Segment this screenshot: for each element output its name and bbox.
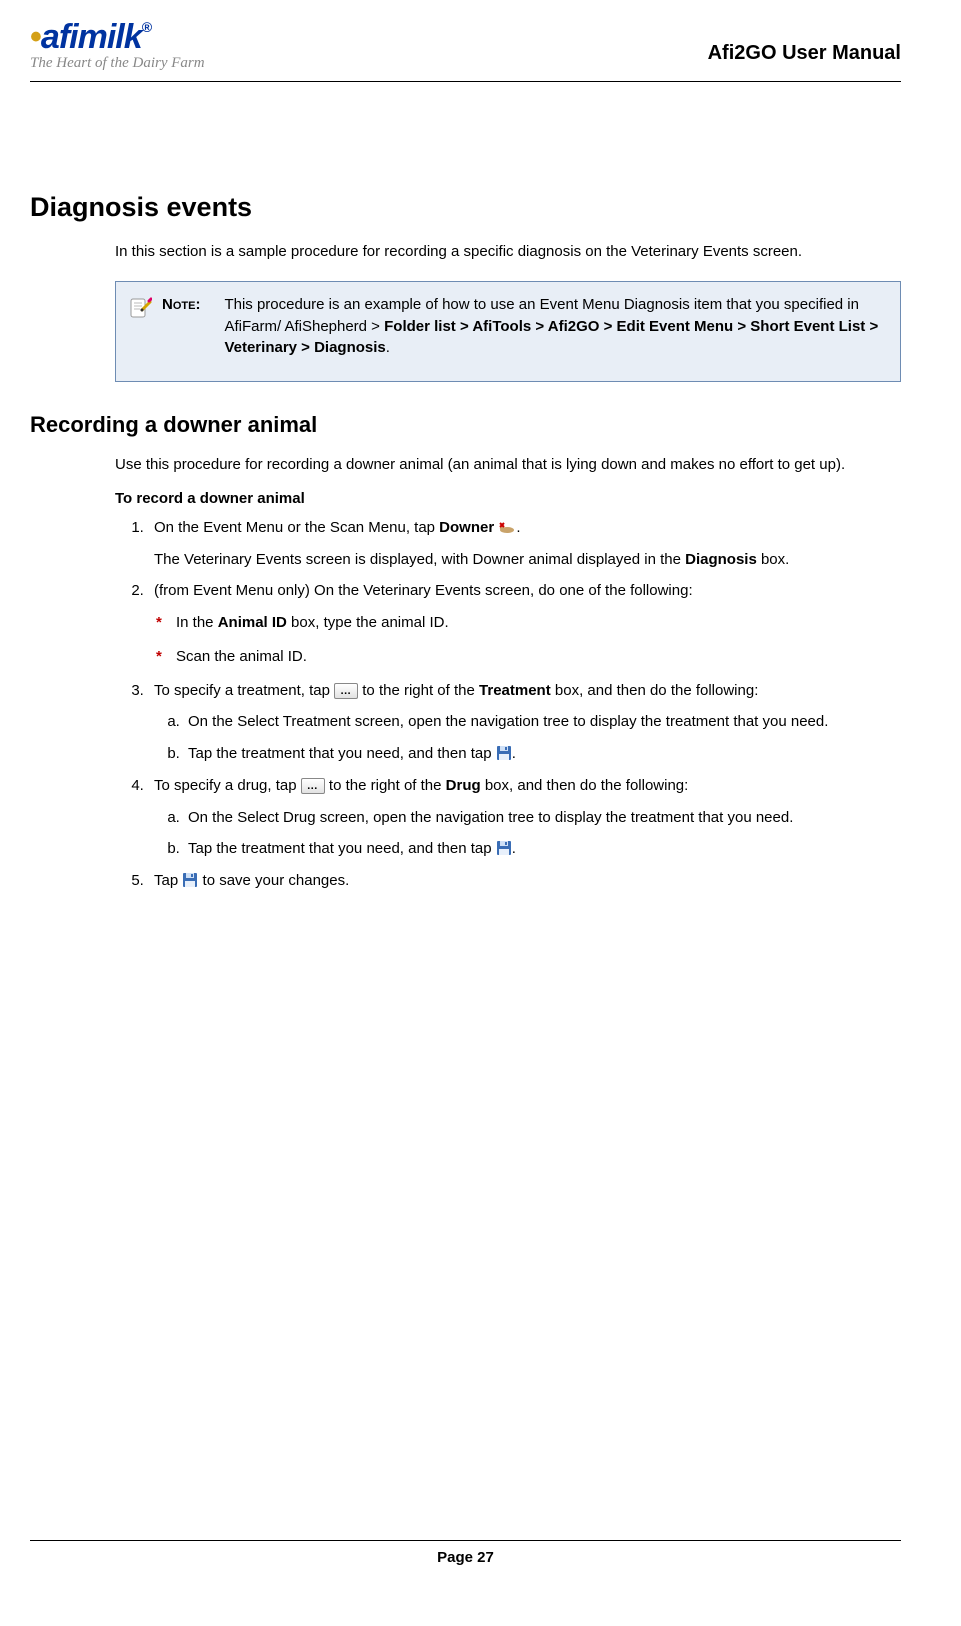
step-4b: Tap the treatment that you need, and the… — [184, 838, 901, 860]
step-2-options: In the Animal ID box, type the animal ID… — [154, 612, 901, 668]
save-icon — [496, 745, 512, 761]
step-2: (from Event Menu only) On the Veterinary… — [148, 580, 901, 667]
step-1: On the Event Menu or the Scan Menu, tap … — [148, 517, 901, 571]
step-1-result: The Veterinary Events screen is displaye… — [154, 549, 901, 571]
save-icon — [182, 872, 198, 888]
step-4-substeps: On the Select Drug screen, open the navi… — [154, 807, 901, 861]
step-4a: On the Select Drug screen, open the navi… — [184, 807, 901, 829]
page: •afimilk® The Heart of the Dairy Farm Af… — [0, 0, 961, 1626]
step-3a: On the Select Treatment screen, open the… — [184, 711, 901, 733]
section-heading: Diagnosis events — [30, 192, 901, 223]
ellipsis-button-icon: … — [334, 683, 358, 699]
step-3-substeps: On the Select Treatment screen, open the… — [154, 711, 901, 765]
step-2-option-a: In the Animal ID box, type the animal ID… — [176, 612, 901, 634]
downer-icon — [498, 519, 516, 535]
brand-tagline: The Heart of the Dairy Farm — [30, 56, 205, 71]
note-label: Note: — [162, 294, 200, 316]
procedure-steps: On the Event Menu or the Scan Menu, tap … — [120, 517, 901, 892]
subsection-heading: Recording a downer animal — [30, 412, 901, 438]
brand-logo: •afimilk® The Heart of the Dairy Farm — [30, 20, 205, 71]
step-3b: Tap the treatment that you need, and the… — [184, 743, 901, 765]
section-intro: In this section is a sample procedure fo… — [115, 241, 901, 263]
note-body: This procedure is an example of how to u… — [224, 294, 882, 359]
step-5: Tap to save your changes. — [148, 870, 901, 892]
procedure-heading: To record a downer animal — [115, 490, 901, 507]
main-content: Diagnosis events In this section is a sa… — [30, 192, 901, 892]
step-4: To specify a drug, tap … to the right of… — [148, 775, 901, 860]
brand-wordmark: •afimilk® — [30, 20, 205, 54]
page-footer: Page 27 — [30, 1540, 901, 1566]
page-header: •afimilk® The Heart of the Dairy Farm Af… — [30, 20, 901, 82]
ellipsis-button-icon: … — [301, 778, 325, 794]
note-icon — [128, 296, 152, 320]
step-2-option-b: Scan the animal ID. — [176, 646, 901, 668]
document-title: Afi2GO User Manual — [708, 20, 901, 65]
subsection-intro: Use this procedure for recording a downe… — [115, 454, 901, 476]
note-callout: Note: This procedure is an example of ho… — [115, 281, 901, 382]
save-icon — [496, 840, 512, 856]
step-3: To specify a treatment, tap … to the rig… — [148, 680, 901, 765]
